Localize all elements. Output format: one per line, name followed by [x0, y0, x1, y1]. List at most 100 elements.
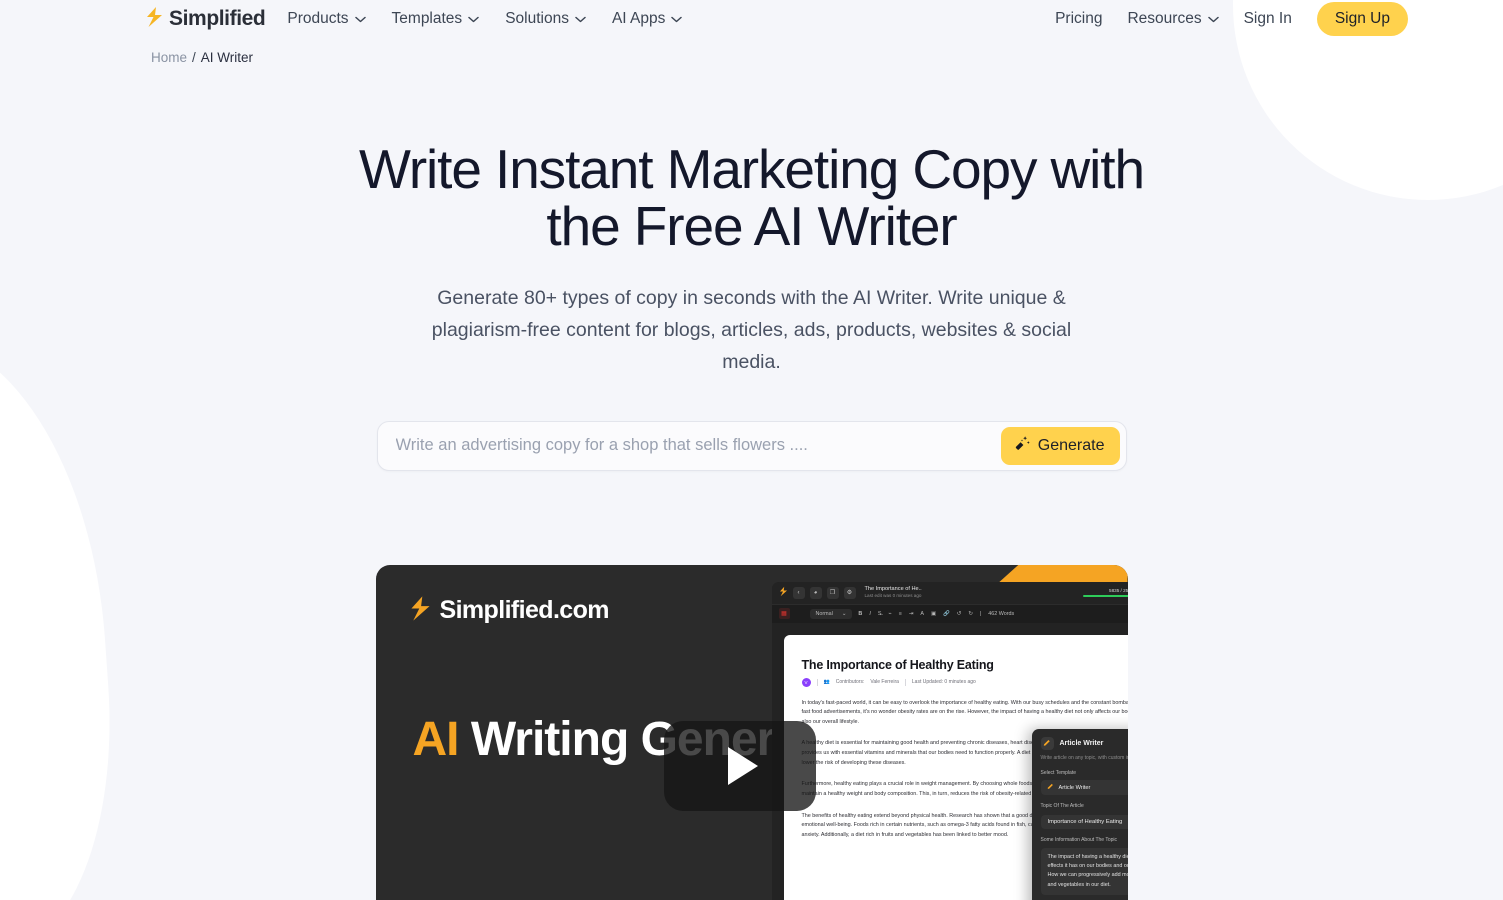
article-writer-panel: Article Writer ⌃ Write article on any to…: [1031, 728, 1128, 900]
lightning-bolt-icon: [779, 586, 788, 599]
nav-label-resources: Resources: [1127, 10, 1202, 27]
clear-format-icon[interactable]: ⌁: [888, 611, 891, 617]
breadcrumb-current: AI Writer: [200, 50, 254, 65]
video-preview-card[interactable]: Simplified.com AI Writing Generator ‹ ◕ …: [375, 564, 1128, 900]
generate-button[interactable]: Generate: [1000, 426, 1120, 465]
page-root: Simplified Products Templates Solutions: [0, 0, 1503, 900]
nav-item-ai-apps[interactable]: AI Apps: [611, 10, 683, 28]
generate-button-label: Generate: [1037, 436, 1105, 454]
text-color-icon[interactable]: A: [920, 611, 924, 617]
document-title: The Importance of Healthy Eating: [801, 657, 994, 672]
word-count: 462 Words: [988, 610, 1015, 617]
credits-value: 5835 / 252000: [1109, 587, 1127, 593]
app-editor-toolbar: ▦ Normal ⌄ B I S̶ ⌁ ≡ ⇥ A ▣ 🔗 ↺ ↻ | 462 …: [771, 603, 1128, 623]
link-icon[interactable]: 🔗: [943, 611, 950, 617]
article-writer-header: Article Writer ⌃: [1040, 736, 1128, 750]
text-style-value: Normal: [815, 610, 833, 617]
blob-left-shape: [0, 324, 127, 900]
article-writer-description: Write article on any topic, with custom …: [1040, 754, 1128, 761]
nav-item-solutions[interactable]: Solutions: [505, 10, 586, 28]
info-label: Some Information About The Topic: [1040, 836, 1118, 843]
play-button[interactable]: [663, 720, 816, 811]
copy-icon[interactable]: ❐: [826, 586, 839, 599]
breadcrumb: Home / AI Writer: [0, 38, 1503, 65]
lightning-bolt-icon: [145, 6, 164, 33]
template-select[interactable]: Article Writer ⌄: [1040, 780, 1128, 796]
toolbar-divider: |: [979, 610, 982, 617]
redo-icon[interactable]: ↻: [968, 611, 973, 617]
app-preview: ‹ ◕ ❐ ⚙ The Importance of He.. Last edit…: [771, 581, 1128, 900]
app-logo-icon: ▦: [778, 608, 790, 620]
undo-icon[interactable]: ↺: [957, 611, 962, 617]
breadcrumb-home[interactable]: Home: [151, 50, 187, 65]
prompt-bar: Generate: [376, 420, 1127, 471]
brand-logo[interactable]: Simplified: [145, 6, 266, 33]
nav-item-templates[interactable]: Templates: [392, 10, 480, 28]
list-icon[interactable]: ≡: [899, 611, 902, 617]
back-chevron-icon[interactable]: ‹: [792, 586, 805, 599]
document-meta: V 👥 Contributors: Vale Ferreira Last Upd…: [801, 677, 1128, 687]
document-paragraph: In today's fast-paced world, it can be e…: [801, 699, 1128, 725]
credits-progress-bar: [1082, 594, 1128, 598]
prompt-input[interactable]: [377, 436, 1001, 456]
brand-name: Simplified: [169, 7, 266, 30]
contributors-value: Vale Ferreira: [870, 679, 899, 686]
app-topbar: ‹ ◕ ❐ ⚙ The Importance of He.. Last edit…: [771, 581, 1128, 604]
avatar: V: [801, 677, 811, 687]
hero-section: Write Instant Marketing Copy with the Fr…: [0, 65, 1503, 379]
settings-icon[interactable]: ⚙: [843, 586, 856, 599]
lightning-bolt-icon: [409, 595, 432, 627]
chevron-down-icon: [468, 10, 479, 28]
breadcrumb-separator: /: [192, 50, 196, 65]
select-template-label: Select Template: [1040, 770, 1076, 777]
indent-icon[interactable]: ⇥: [909, 611, 914, 617]
text-style-select[interactable]: Normal ⌄: [809, 608, 853, 619]
video-headline-accent: AI: [412, 712, 460, 766]
video-brand: Simplified.com: [409, 595, 610, 627]
pencil-icon: [1047, 783, 1054, 792]
video-brand-name: Simplified.com: [439, 596, 610, 625]
meta-divider: [904, 678, 906, 686]
signin-link[interactable]: Sign In: [1244, 10, 1292, 28]
formatting-buttons: B I S̶ ⌁ ≡ ⇥ A ▣ 🔗 ↺ ↻ | 462 Words: [858, 611, 1014, 617]
chevron-down-icon: [1207, 10, 1219, 28]
page-title: Write Instant Marketing Copy with the Fr…: [359, 138, 1145, 257]
contributors-label: Contributors:: [835, 679, 865, 686]
nav-item-resources[interactable]: Resources: [1127, 10, 1219, 28]
nav-secondary-links: Pricing Resources Sign In Sign Up: [1055, 2, 1408, 36]
magic-wand-icon: [1014, 435, 1031, 457]
nav-label-templates: Templates: [391, 10, 463, 27]
article-writer-title: Article Writer: [1059, 739, 1104, 747]
nav-label-products: Products: [287, 10, 349, 27]
info-label-row: Some Information About The Topic 29/240 …: [1041, 837, 1128, 844]
bold-icon[interactable]: B: [858, 611, 862, 617]
topic-input[interactable]: Importance of Healthy Eating: [1040, 814, 1128, 829]
meta-divider: [816, 678, 818, 686]
app-doc-subtitle: Last edit was 0 minutes ago: [864, 593, 922, 599]
contributors-icon: 👥: [823, 679, 830, 686]
top-navbar: Simplified Products Templates Solutions: [0, 0, 1503, 38]
chevron-down-icon: [671, 10, 683, 28]
nav-primary-links: Products Templates Solutions AI Apps: [287, 10, 683, 28]
nav-item-pricing[interactable]: Pricing: [1055, 10, 1102, 28]
last-updated: Last Updated: 0 minutes ago: [911, 679, 976, 686]
image-icon[interactable]: ▣: [931, 611, 936, 617]
app-doc-title: The Importance of He..: [864, 586, 922, 593]
app-doc-title-group: The Importance of He.. Last edit was 0 m…: [865, 586, 922, 599]
signup-button[interactable]: Sign Up: [1316, 2, 1408, 36]
nav-item-products[interactable]: Products: [287, 10, 366, 28]
chevron-down-icon: ⌄: [841, 610, 847, 617]
nav-label-pricing: Pricing: [1055, 10, 1103, 27]
info-textarea[interactable]: The impact of having a healthy diet, the…: [1040, 847, 1128, 896]
nav-label-ai-apps: AI Apps: [611, 10, 666, 27]
template-select-value: Article Writer: [1058, 784, 1091, 791]
chevron-down-icon: [354, 10, 366, 28]
play-triangle-icon: [728, 746, 758, 785]
clock-icon[interactable]: ◕: [809, 586, 822, 599]
nav-label-solutions: Solutions: [505, 10, 569, 27]
hero-subtitle: Generate 80+ types of copy in seconds wi…: [431, 287, 1072, 373]
app-credits: 5835 / 252000 credits used: [1082, 587, 1128, 598]
italic-icon[interactable]: I: [869, 611, 871, 617]
strikethrough-icon[interactable]: S̶: [878, 611, 882, 617]
topic-label: Topic Of The Article: [1040, 803, 1084, 810]
